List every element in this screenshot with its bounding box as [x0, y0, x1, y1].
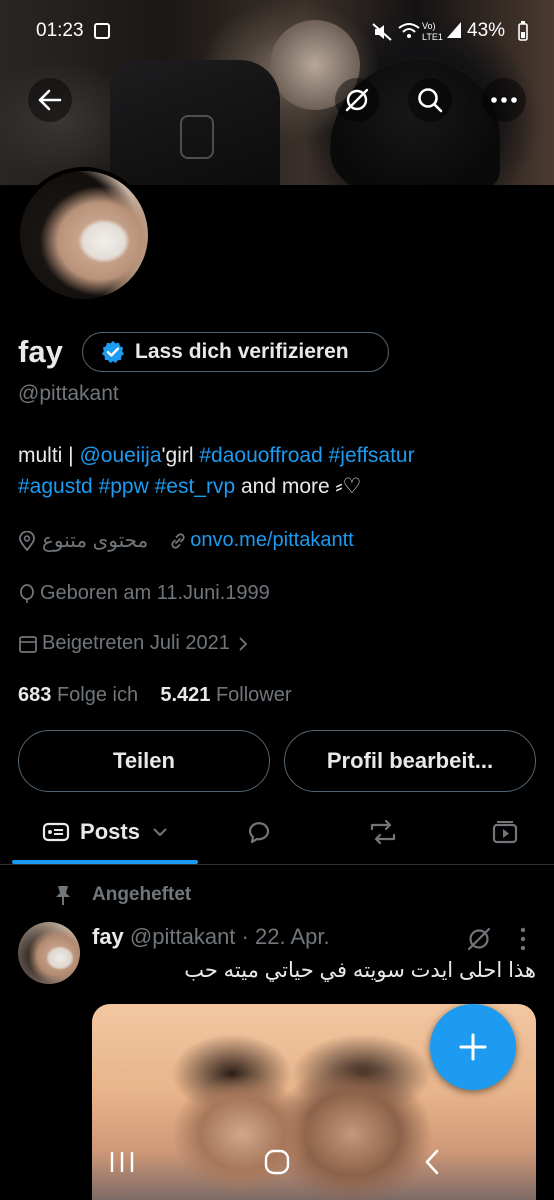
share-button[interactable]: Teilen [18, 730, 270, 792]
battery-percent: 43% [467, 20, 506, 41]
profile-location: محتوى متنوع [42, 530, 149, 552]
profile-handle: @pittakant [18, 382, 119, 405]
battery-icon [518, 21, 528, 41]
grok-icon[interactable] [466, 926, 492, 952]
following-count: 683 [18, 684, 52, 706]
calendar-icon [19, 635, 37, 653]
tabs-divider [0, 864, 554, 865]
chevron-down-icon [153, 828, 167, 837]
mute-icon [372, 23, 392, 41]
post-header: fay @pittakant · 22. Apr. [92, 924, 330, 950]
tab-media[interactable] [460, 800, 550, 864]
tab-posts-label: Posts [80, 819, 140, 844]
balloon-icon [20, 583, 34, 603]
profile-name: fay [18, 334, 63, 369]
profile-birthday-row: Geboren am 11.Juni.1999 [18, 582, 270, 605]
home-button[interactable] [247, 1140, 307, 1184]
repost-icon [370, 819, 396, 845]
recent-apps-button[interactable] [92, 1140, 152, 1184]
profile-tabs: Posts [0, 800, 554, 864]
chevron-left-icon [425, 1149, 439, 1175]
compose-post-button[interactable] [430, 1004, 516, 1090]
followers-label: Follower [215, 684, 292, 706]
back-arrow-icon [38, 89, 62, 111]
post-avatar[interactable] [18, 922, 80, 984]
bio-hashtag-link[interactable]: #daouoffroad [199, 444, 322, 467]
profile-bio: multi | @oueiija'girl #daouoffroad #jeff… [18, 440, 538, 502]
profile-joined-row[interactable]: Beigetreten Juli 2021 [18, 632, 248, 655]
notification-icon [94, 23, 110, 39]
post-text: هذا احلى ايدت سويته في حياتي ميته حب [184, 959, 536, 982]
post-author[interactable]: fay [92, 924, 124, 949]
profile-stats: 683 Folge ich 5.421 Follower [18, 684, 292, 707]
svg-text:LTE1: LTE1 [422, 32, 443, 42]
pinned-label: Angeheftet [92, 884, 192, 905]
profile-website-link[interactable]: onvo.me/pittakantt [190, 529, 353, 552]
more-horizontal-icon [491, 97, 517, 103]
verify-button[interactable]: Lass dich verifizieren [82, 332, 389, 372]
search-button[interactable] [408, 78, 452, 122]
bio-hashtag-link[interactable]: #est_rvp [155, 475, 236, 498]
bio-text: 'girl [161, 444, 200, 467]
bio-hashtag-link[interactable]: #agustd [18, 475, 93, 498]
status-bar: 01:23 Vo) LTE1 43% [0, 0, 554, 62]
status-time: 01:23 [36, 20, 84, 41]
post-handle[interactable]: @pittakant [130, 924, 236, 949]
verify-label: Lass dich verifizieren [135, 340, 349, 363]
bio-hashtag-link[interactable]: #ppw [99, 475, 149, 498]
bio-text: and more ⸗♡ [235, 475, 362, 498]
home-icon [264, 1149, 290, 1175]
tab-posts[interactable]: Posts [12, 800, 198, 864]
location-pin-icon [19, 530, 35, 551]
svg-text:Vo): Vo) [422, 21, 436, 31]
plus-icon [459, 1033, 487, 1061]
edit-profile-button[interactable]: Profil bearbeit... [284, 730, 536, 792]
following-link[interactable]: 683 Folge ich [18, 684, 138, 706]
more-options-button[interactable] [482, 78, 526, 122]
grok-button[interactable] [335, 78, 379, 122]
link-icon [171, 532, 185, 549]
search-icon [418, 88, 443, 113]
more-vertical-icon[interactable] [518, 926, 528, 952]
profile-birthday: Geboren am 11.Juni.1999 [40, 582, 270, 604]
following-label: Folge ich [56, 684, 139, 706]
bio-text: multi | [18, 444, 80, 467]
system-back-button[interactable] [402, 1140, 462, 1184]
banner-photo-jacket [110, 60, 280, 185]
media-icon [492, 821, 518, 844]
followers-count: 5.421 [160, 684, 211, 706]
profile-avatar[interactable] [16, 167, 152, 303]
profile-location-row: محتوى متنوع onvo.me/pittakantt [18, 528, 354, 553]
tab-reposts[interactable] [338, 800, 428, 864]
followers-link[interactable]: 5.421 Follower [160, 684, 291, 706]
bio-hashtag-link[interactable]: #jeffsatur [329, 444, 415, 467]
volte-icon: Vo) LTE1 [422, 21, 443, 42]
tab-replies[interactable] [214, 800, 304, 864]
reply-bubble-icon [248, 822, 270, 844]
chevron-right-icon [239, 636, 248, 651]
grok-icon [345, 88, 369, 112]
post-date[interactable]: · 22. Apr. [242, 924, 330, 949]
posts-icon [42, 822, 70, 842]
system-navigation-bar [0, 1122, 554, 1200]
profile-joined: Beigetreten Juli 2021 [42, 632, 230, 654]
signal-icon [447, 22, 461, 38]
pin-icon [56, 886, 70, 905]
pinned-indicator: Angeheftet [54, 884, 191, 906]
wifi-icon [398, 23, 420, 38]
bio-mention-link[interactable]: @oueiija [79, 444, 161, 467]
recent-apps-icon [110, 1152, 134, 1172]
back-button[interactable] [28, 78, 72, 122]
verified-badge-icon [102, 341, 124, 363]
